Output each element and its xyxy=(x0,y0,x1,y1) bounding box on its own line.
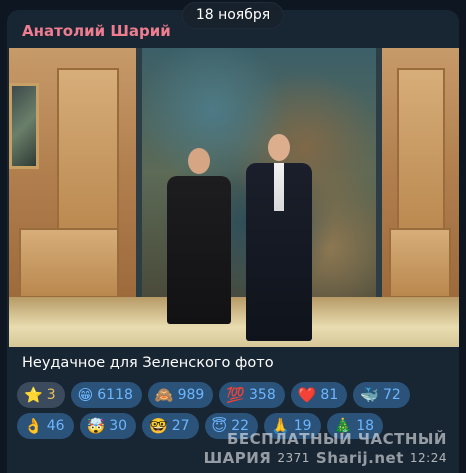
reaction-count: 27 xyxy=(171,418,190,434)
ok-hand-icon: 👌 xyxy=(24,416,43,435)
wall-painting xyxy=(9,83,39,169)
date-separator: 18 ноября xyxy=(181,2,285,29)
wall-panel xyxy=(397,68,445,238)
wall-panel xyxy=(389,228,451,298)
body xyxy=(167,176,231,324)
reaction-grinning-face[interactable]: 😁 6118 xyxy=(70,382,142,408)
head xyxy=(188,148,210,174)
reaction-count: 72 xyxy=(382,387,401,403)
reaction-count: 989 xyxy=(177,387,205,403)
message-time: 12:24 xyxy=(409,451,447,465)
reaction-whale[interactable]: 🐳 72 xyxy=(353,382,410,408)
reaction-count: 358 xyxy=(249,387,276,403)
reaction-count: 46 xyxy=(46,418,65,434)
watermark-line2: ШАРИЯ 2371 Sharij.net 12:24 xyxy=(204,449,447,468)
whale-icon: 🐳 xyxy=(360,385,379,404)
channel-message[interactable]: Анатолий Шарий Неудачное для Зеленского … xyxy=(7,10,459,473)
watermark-site: Sharij.net xyxy=(315,449,404,467)
red-heart-icon: ❤️ xyxy=(297,385,317,404)
person-right xyxy=(246,134,312,341)
person-left xyxy=(167,148,231,324)
see-no-evil-monkey-icon: 🙈 xyxy=(154,385,174,404)
reaction-nerd-face[interactable]: 🤓 27 xyxy=(142,413,199,439)
author-name[interactable]: Анатолий Шарий xyxy=(22,22,171,40)
hundred-points-icon: 💯 xyxy=(226,385,245,404)
view-count: 2371 xyxy=(277,451,310,465)
reaction-count: 30 xyxy=(109,418,128,434)
reaction-ok-hand[interactable]: 👌 46 xyxy=(17,413,74,439)
reaction-hundred-points[interactable]: 💯 358 xyxy=(219,382,285,408)
watermark: БЕСПЛАТНЫЙ ЧАСТНЫЙ ШАРИЯ 2371 Sharij.net… xyxy=(204,430,447,468)
reaction-star[interactable]: ⭐ 3 xyxy=(17,382,65,408)
reaction-count: 3 xyxy=(46,387,56,403)
reaction-see-no-evil-monkey[interactable]: 🙈 989 xyxy=(147,382,214,408)
reaction-count: 81 xyxy=(320,387,339,403)
reaction-red-heart[interactable]: ❤️ 81 xyxy=(290,382,348,408)
reaction-count: 6118 xyxy=(97,387,133,403)
floor xyxy=(9,297,459,347)
watermark-text: ШАРИЯ xyxy=(203,449,272,467)
message-text: Неудачное для Зеленского фото xyxy=(22,355,274,371)
star-icon: ⭐ xyxy=(24,385,43,404)
exploding-head-icon: 🤯 xyxy=(86,416,106,435)
wall-panel xyxy=(57,68,119,238)
watermark-line1: БЕСПЛАТНЫЙ ЧАСТНЫЙ xyxy=(226,430,447,448)
reaction-exploding-head[interactable]: 🤯 30 xyxy=(79,413,137,439)
body xyxy=(246,163,312,341)
message-photo[interactable] xyxy=(9,48,459,347)
nerd-face-icon: 🤓 xyxy=(149,416,168,435)
grinning-face-icon: 😁 xyxy=(77,385,94,404)
head xyxy=(268,134,290,161)
wall-panel xyxy=(19,228,119,298)
